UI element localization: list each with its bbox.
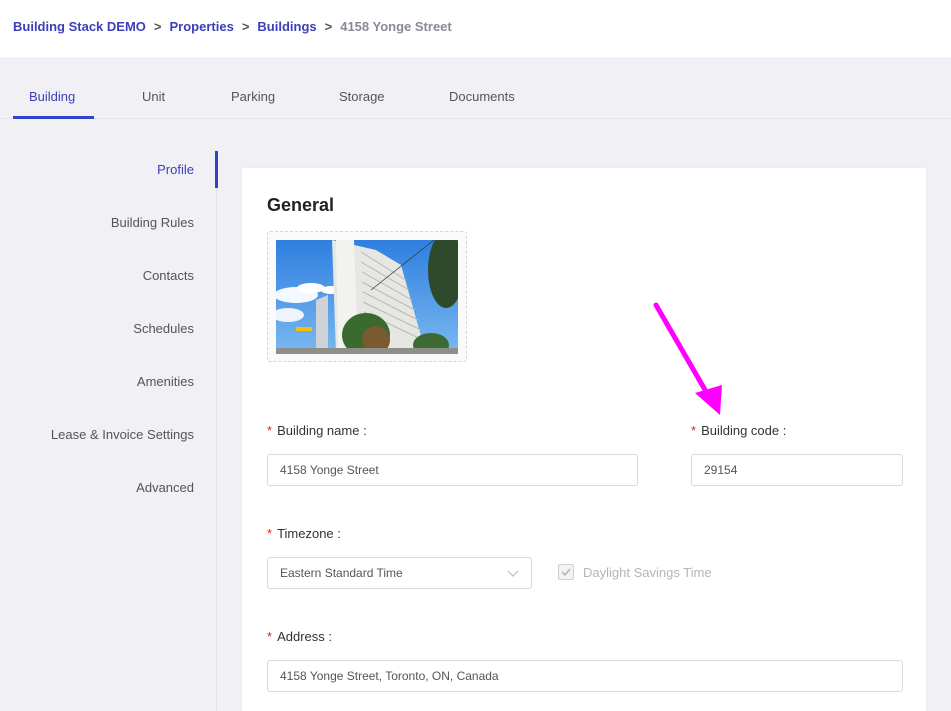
sidenav-item-advanced[interactable]: Advanced <box>136 480 194 495</box>
building-code-label: *Building code : <box>691 423 786 438</box>
active-nav-indicator <box>215 151 218 188</box>
timezone-select[interactable]: Eastern Standard Time <box>267 557 532 589</box>
building-photo-image <box>276 240 458 354</box>
sidenav-item-contacts[interactable]: Contacts <box>143 268 194 283</box>
timezone-label: *Timezone : <box>267 526 341 541</box>
required-mark: * <box>267 629 272 644</box>
section-title: General <box>267 195 334 216</box>
sidenav-item-profile[interactable]: Profile <box>157 162 194 177</box>
building-photo <box>276 240 458 354</box>
daylight-savings-checkbox[interactable] <box>558 564 574 580</box>
required-mark: * <box>691 423 696 438</box>
checkmark-icon <box>559 565 573 579</box>
chevron-down-icon <box>507 567 519 579</box>
timezone-value: Eastern Standard Time <box>280 566 403 580</box>
address-label: *Address : <box>267 629 332 644</box>
tab-bar: Building Unit Parking Storage Documents <box>0 59 951 119</box>
breadcrumb-current: 4158 Yonge Street <box>340 19 452 34</box>
required-mark: * <box>267 423 272 438</box>
address-input[interactable]: 4158 Yonge Street, Toronto, ON, Canada <box>267 660 903 692</box>
daylight-savings-label: Daylight Savings Time <box>583 565 712 580</box>
tab-unit[interactable]: Unit <box>142 89 165 104</box>
breadcrumb-link-buildings[interactable]: Buildings <box>257 19 316 34</box>
required-mark: * <box>267 526 272 541</box>
tab-parking[interactable]: Parking <box>231 89 275 104</box>
breadcrumb-link-properties[interactable]: Properties <box>170 19 234 34</box>
sidenav-item-amenities[interactable]: Amenities <box>137 374 194 389</box>
building-name-label: *Building name : <box>267 423 367 438</box>
photo-upload[interactable] <box>267 231 467 362</box>
tab-building[interactable]: Building <box>29 89 75 104</box>
sidenav-item-lease-invoice-settings[interactable]: Lease & Invoice Settings <box>51 427 194 442</box>
breadcrumb-link-building-stack[interactable]: Building Stack DEMO <box>13 19 146 34</box>
building-code-input[interactable]: 29154 <box>691 454 903 486</box>
breadcrumb-separator: > <box>242 19 250 34</box>
sidenav-item-schedules[interactable]: Schedules <box>133 321 194 336</box>
tab-documents[interactable]: Documents <box>449 89 515 104</box>
sidenav-item-building-rules[interactable]: Building Rules <box>111 215 194 230</box>
side-nav: Profile Building Rules Contacts Schedule… <box>0 150 217 711</box>
daylight-savings-checkbox-wrap: Daylight Savings Time <box>558 564 712 580</box>
tab-storage[interactable]: Storage <box>339 89 385 104</box>
top-bar: Building Stack DEMO > Properties > Build… <box>0 0 951 59</box>
active-tab-indicator <box>13 116 94 119</box>
breadcrumb: Building Stack DEMO > Properties > Build… <box>13 19 452 34</box>
general-card: General <box>241 167 927 711</box>
breadcrumb-separator: > <box>154 19 162 34</box>
breadcrumb-separator: > <box>325 19 333 34</box>
building-name-input[interactable]: 4158 Yonge Street <box>267 454 638 486</box>
